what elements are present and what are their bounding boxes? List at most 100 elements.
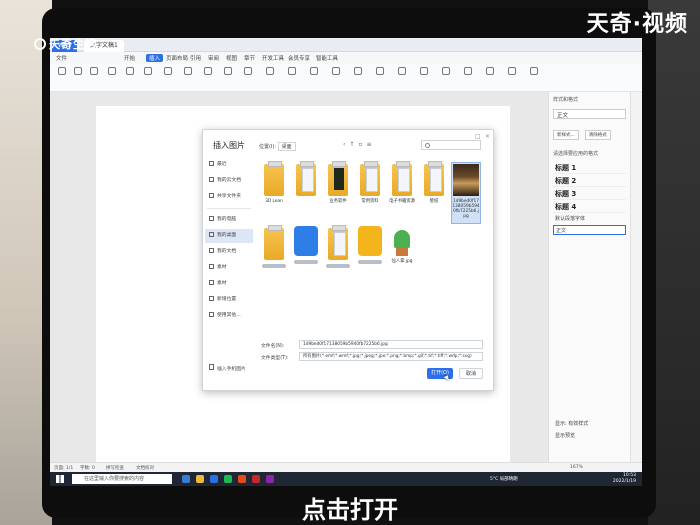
desktop-icon: [209, 232, 214, 237]
file-item[interactable]: 仙人掌.jpg: [387, 226, 417, 270]
task-view-icon[interactable]: [182, 475, 190, 483]
style-heading-1[interactable]: 标题 1: [553, 162, 626, 174]
menu-home[interactable]: 开始: [124, 54, 135, 62]
ribbon-button[interactable]: [242, 67, 254, 87]
sidebar-item-material-2[interactable]: 素材: [205, 277, 253, 291]
folder-icon: [264, 161, 284, 196]
sidebar-item-add-location[interactable]: 新增位置: [205, 293, 253, 307]
ribbon-button[interactable]: [222, 67, 234, 87]
ribbon-button[interactable]: [418, 67, 430, 87]
file-item[interactable]: [355, 226, 385, 270]
file-item-selected[interactable]: 1d9bed0f17138059b5940fb7225b6.jpg: [451, 162, 481, 224]
file-item[interactable]: [259, 225, 289, 272]
show-preview[interactable]: 显示预览: [553, 431, 575, 441]
menu-view[interactable]: 视图: [226, 54, 237, 62]
style-default-font[interactable]: 默认段落字体: [553, 214, 626, 224]
sidebar-item-desktop[interactable]: 我的桌面: [205, 229, 253, 243]
file-item[interactable]: [291, 226, 321, 270]
wps-icon[interactable]: [238, 475, 246, 483]
ribbon-button[interactable]: [286, 67, 298, 87]
ribbon-button[interactable]: [308, 67, 320, 87]
video-frame: WPS 文字文稿1 文件 开始 插入 页面布局 引用 审阅 视图 章节 开发工具…: [0, 0, 700, 525]
ribbon-button[interactable]: [506, 67, 518, 87]
app-icon[interactable]: [252, 475, 260, 483]
sidebar-item-documents[interactable]: 我的文档: [205, 245, 253, 259]
panel-title: 样式和格式: [553, 97, 579, 103]
ribbon-button[interactable]: [264, 67, 276, 87]
menu-file[interactable]: 文件: [56, 54, 67, 62]
ribbon-button[interactable]: [72, 67, 84, 87]
file-item[interactable]: [323, 225, 353, 272]
page-count: 页面: 1/1: [54, 466, 74, 471]
document-icon: [209, 248, 214, 253]
sidebar-item-other[interactable]: 使用其他...: [205, 309, 253, 323]
ribbon-button[interactable]: [124, 67, 136, 87]
cancel-button[interactable]: 取消: [459, 368, 483, 379]
ribbon-button[interactable]: [528, 67, 540, 87]
folder-icon: [392, 161, 412, 196]
sidebar-item-material[interactable]: 素材: [205, 261, 253, 275]
style-heading-3[interactable]: 标题 3: [553, 188, 626, 200]
ribbon-button[interactable]: [106, 67, 118, 87]
ribbon-button[interactable]: [202, 67, 214, 87]
folder-icon: [264, 225, 284, 260]
menu-layout[interactable]: 页面布局: [166, 54, 188, 62]
menu-chapter[interactable]: 章节: [244, 54, 255, 62]
sidebar-item-cloud[interactable]: 我的云文档: [205, 174, 253, 188]
taskbar-search[interactable]: 在这里输入你要搜索的内容: [72, 474, 172, 484]
sidebar-item-shared[interactable]: 共享文件夹: [205, 190, 253, 204]
clock[interactable]: 10:53 2022/1/19: [613, 473, 636, 485]
screen: WPS 文字文稿1 文件 开始 插入 页面布局 引用 审阅 视图 章节 开发工具…: [50, 38, 642, 486]
style-body[interactable]: 正文: [553, 225, 626, 235]
ribbon-button[interactable]: [462, 67, 474, 87]
doc-proof[interactable]: 文档校对: [136, 465, 154, 471]
menu-developer[interactable]: 开发工具: [262, 54, 284, 62]
app-icon[interactable]: [266, 475, 274, 483]
ribbon-button[interactable]: [330, 67, 342, 87]
ribbon-button[interactable]: [56, 67, 68, 87]
sidebar-item-recent[interactable]: 最近: [205, 158, 253, 172]
sidebar-item-computer[interactable]: 我的电脑: [205, 213, 253, 227]
ribbon-button[interactable]: [440, 67, 452, 87]
file-item[interactable]: 壁纸: [419, 161, 449, 208]
file-explorer-icon[interactable]: [196, 475, 204, 483]
filename-input[interactable]: 1d9bed0f17138059b5940fb7225b6.jpg: [299, 340, 483, 349]
search-input[interactable]: [421, 140, 481, 150]
file-item[interactable]: 业务软件: [323, 161, 353, 208]
menu-smart-tools[interactable]: 智能工具: [316, 54, 338, 62]
ribbon-button[interactable]: [374, 67, 386, 87]
menu-review[interactable]: 审阅: [208, 54, 219, 62]
current-style-select[interactable]: 正文: [553, 109, 626, 119]
ribbon-button[interactable]: [182, 67, 194, 87]
spell-check[interactable]: 拼写检查: [106, 465, 124, 471]
windows-start-icon[interactable]: [56, 475, 64, 483]
filetype-select[interactable]: 所有图片(*.emf;*.wmf;*.jpg;*.jpeg;*.jpe;*.pn…: [299, 352, 483, 361]
ribbon-button[interactable]: [352, 67, 364, 87]
ribbon-button[interactable]: [162, 67, 174, 87]
style-heading-2[interactable]: 标题 2: [553, 175, 626, 187]
wechat-icon[interactable]: [224, 475, 232, 483]
style-heading-4[interactable]: 标题 4: [553, 201, 626, 213]
close-icon[interactable]: ×: [485, 133, 490, 140]
location-select[interactable]: 桌面: [277, 142, 296, 151]
ribbon-button[interactable]: [142, 67, 154, 87]
file-item[interactable]: [291, 161, 321, 208]
view-icon[interactable]: ≡: [367, 141, 376, 148]
file-item[interactable]: 电子书籍资源: [387, 161, 417, 208]
menu-member[interactable]: 会员专享: [288, 54, 310, 62]
ribbon-button[interactable]: [396, 67, 408, 87]
file-item[interactable]: 常用资料: [355, 161, 385, 208]
new-folder-icon[interactable]: ▫: [358, 141, 366, 148]
file-item[interactable]: 3D Lean: [259, 161, 289, 208]
menu-references[interactable]: 引用: [190, 54, 201, 62]
show-filter[interactable]: 显示: 有效样式: [553, 419, 588, 429]
ribbon-button[interactable]: [88, 67, 100, 87]
ribbon-button[interactable]: [484, 67, 496, 87]
minimize-icon[interactable]: □: [475, 133, 481, 140]
new-style-button[interactable]: 新样式...: [553, 130, 579, 140]
clear-format-button[interactable]: 清除格式: [584, 130, 611, 140]
cactus-icon: [394, 230, 410, 248]
insert-phone-picture[interactable]: 插入手机图片: [209, 364, 246, 372]
menu-insert[interactable]: 插入: [146, 54, 164, 62]
browser-icon[interactable]: [210, 475, 218, 483]
